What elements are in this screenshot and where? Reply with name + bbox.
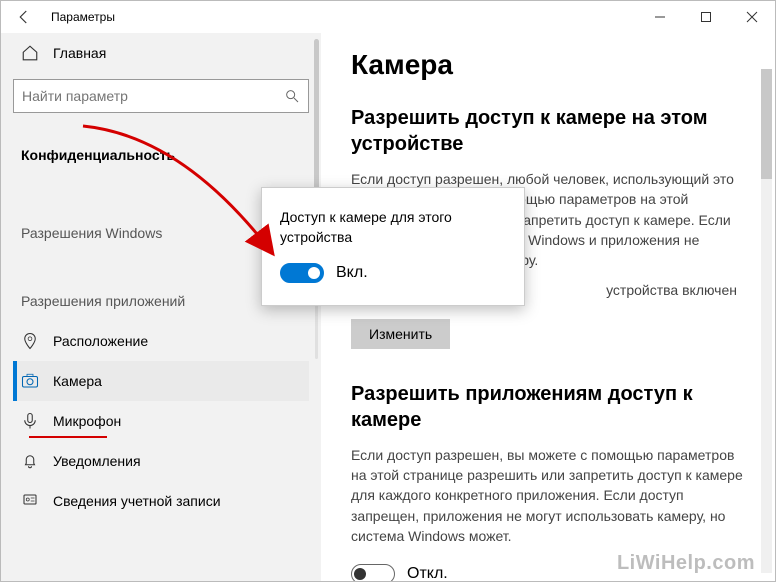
sidebar-item-location[interactable]: Расположение <box>13 321 309 361</box>
search-icon <box>284 88 300 104</box>
minimize-icon <box>654 11 666 23</box>
maximize-icon <box>700 11 712 23</box>
section1-title: Разрешить доступ к камере на этом устрой… <box>351 105 745 157</box>
section2-body: Если доступ разрешен, вы можете с помощь… <box>351 445 745 546</box>
bell-icon <box>21 452 39 470</box>
sidebar-home[interactable]: Главная <box>13 33 309 73</box>
sidebar-item-camera[interactable]: Камера <box>13 361 309 401</box>
camera-icon <box>21 372 39 390</box>
close-button[interactable] <box>729 1 775 33</box>
search-input[interactable] <box>13 79 309 113</box>
sidebar-item-label: Микрофон <box>53 413 121 429</box>
sidebar-item-notifications[interactable]: Уведомления <box>13 441 309 481</box>
content: Камера Разрешить доступ к камере на этом… <box>321 33 775 581</box>
home-icon <box>21 44 39 62</box>
popup-text: Доступ к камере для этого устройства <box>280 208 506 247</box>
popup-toggle-row: Вкл. <box>280 263 506 283</box>
titlebar: Параметры <box>1 1 775 33</box>
change-button[interactable]: Изменить <box>351 319 450 349</box>
apps-toggle-label: Откл. <box>407 565 448 581</box>
close-icon <box>746 11 758 23</box>
annotation-underline <box>29 436 107 438</box>
sidebar-item-microphone[interactable]: Микрофон <box>13 401 309 441</box>
window-title: Параметры <box>51 10 115 24</box>
sidebar-item-label: Расположение <box>53 333 148 349</box>
apps-access-toggle[interactable] <box>351 564 395 581</box>
section2-title: Разрешить приложениям доступ к камере <box>351 381 745 433</box>
sidebar-item-account[interactable]: Сведения учетной записи <box>13 481 309 521</box>
microphone-icon <box>21 412 39 430</box>
watermark: LiWiHelp.com <box>617 552 755 575</box>
device-camera-toggle[interactable] <box>280 263 324 283</box>
sidebar: Главная Конфиденциальность Разрешения Wi… <box>1 33 321 581</box>
maximize-button[interactable] <box>683 1 729 33</box>
window-controls <box>637 1 775 33</box>
search-field[interactable] <box>22 88 284 104</box>
account-icon <box>21 492 39 510</box>
page-title: Камера <box>351 49 745 81</box>
popup-toggle-label: Вкл. <box>336 264 368 282</box>
content-scrollbar-thumb[interactable] <box>761 69 772 179</box>
sidebar-item-label: Камера <box>53 373 102 389</box>
camera-access-popup: Доступ к камере для этого устройства Вкл… <box>261 187 525 306</box>
sidebar-section-current: Конфиденциальность <box>13 123 309 175</box>
sidebar-item-label: Сведения учетной записи <box>53 493 221 509</box>
arrow-left-icon <box>15 8 33 26</box>
location-icon <box>21 332 39 350</box>
sidebar-item-label: Уведомления <box>53 453 141 469</box>
sidebar-home-label: Главная <box>53 45 106 61</box>
minimize-button[interactable] <box>637 1 683 33</box>
back-button[interactable] <box>1 1 47 33</box>
